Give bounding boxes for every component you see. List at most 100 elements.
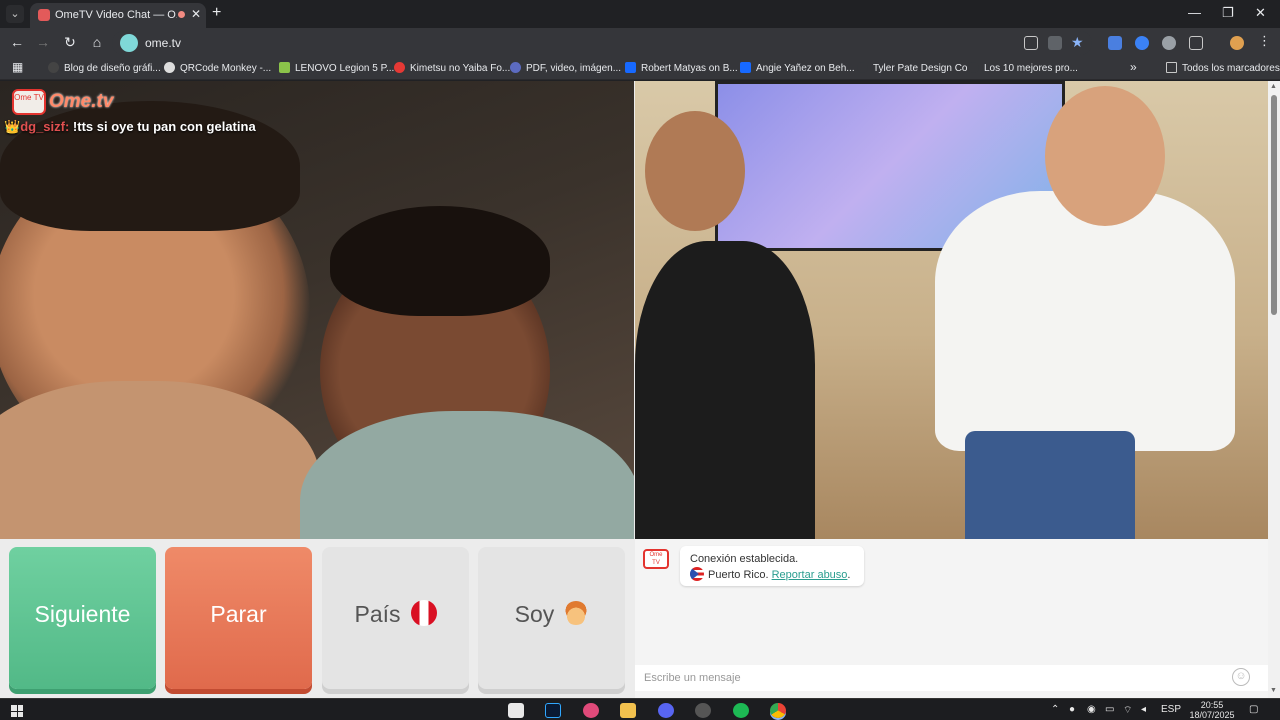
gear-icon[interactable]: [1162, 36, 1176, 50]
system-message: Conexión establecida. Puerto Rico. Repor…: [680, 546, 864, 586]
translate-icon[interactable]: [1048, 36, 1062, 50]
head-shape: [1045, 86, 1165, 226]
self-video: [635, 81, 1268, 539]
person-figure: [935, 191, 1235, 451]
boy-icon: [564, 601, 589, 625]
puerto-rico-flag-icon: [690, 567, 704, 581]
language-indicator[interactable]: ESP: [1161, 704, 1181, 715]
page-scrollbar[interactable]: ▲ ▼: [1268, 81, 1280, 698]
all-bookmarks-folder[interactable]: Todos los marcadores: [1166, 62, 1280, 74]
bookmark-item[interactable]: PDF, video, imágen...: [510, 62, 621, 74]
scroll-up-icon[interactable]: ▲: [1270, 83, 1277, 90]
itunes-icon[interactable]: [583, 703, 599, 718]
bookmark-item[interactable]: Blog de diseño gráfi...: [48, 62, 161, 74]
microphone-icon[interactable]: ●: [1069, 704, 1075, 715]
message-input[interactable]: [635, 665, 1268, 691]
cast-icon[interactable]: [1024, 36, 1038, 50]
reload-icon[interactable]: ↻: [61, 34, 79, 51]
battery-icon[interactable]: ▭: [1105, 704, 1114, 715]
bookmark-item[interactable]: Tyler Pate Design Co: [857, 62, 968, 74]
capcut-icon[interactable]: [508, 703, 524, 718]
scroll-down-icon[interactable]: ▼: [1270, 687, 1277, 694]
emoji-icon[interactable]: ☺: [1232, 668, 1250, 686]
clock[interactable]: 20:55 18/07/2025: [1184, 700, 1240, 720]
bookmark-item[interactable]: Robert Matyas on B...: [625, 62, 738, 74]
next-button[interactable]: Siguiente: [9, 547, 156, 689]
spotify-icon[interactable]: [733, 703, 749, 718]
extension-translate-icon[interactable]: [1108, 36, 1122, 50]
bookmark-label: QRCode Monkey -...: [180, 63, 272, 74]
menu-dots-icon[interactable]: ⋮: [1258, 34, 1272, 48]
ometv-tv-icon: Ome TV: [643, 549, 669, 569]
connection-status: Conexión establecida.: [690, 553, 799, 565]
bookmark-star-icon[interactable]: ★: [1071, 35, 1085, 49]
country-button[interactable]: País: [322, 547, 469, 689]
chevron-up-icon[interactable]: ⌃: [1051, 704, 1059, 715]
notifications-icon[interactable]: ▢: [1249, 704, 1258, 715]
bookmarks-bar: ▦ Blog de diseño gráfi... QRCode Monkey …: [0, 58, 1280, 80]
url-text: ome.tv: [145, 36, 182, 50]
report-suffix: .: [847, 569, 851, 581]
steam-icon[interactable]: [695, 703, 711, 718]
extensions-puzzle-icon[interactable]: [1189, 36, 1203, 50]
stop-button[interactable]: Parar: [165, 547, 312, 689]
bookmark-item[interactable]: Los 10 mejores pro...: [968, 62, 1078, 74]
ometv-page: Ome TV Ome.tv 👑dg_sizf: !tts si oye tu pa…: [0, 81, 1280, 698]
report-abuse-link[interactable]: Reportar abuso: [772, 569, 848, 581]
folder-icon[interactable]: [620, 703, 636, 718]
bookmark-label: Kimetsu no Yaiba Fo...: [410, 63, 511, 74]
bookmark-item[interactable]: QRCode Monkey -...: [164, 62, 271, 74]
head-shape: [645, 111, 745, 231]
volume-icon[interactable]: ◂: [1141, 704, 1146, 715]
ometv-favicon-icon: [38, 9, 50, 21]
photoshop-icon[interactable]: [545, 703, 561, 718]
gender-button[interactable]: Soy: [478, 547, 625, 689]
browser-tab[interactable]: OmeTV Video Chat — Ome ✕: [30, 3, 206, 28]
site-info-icon[interactable]: [120, 34, 138, 52]
tab-strip: ⌄ OmeTV Video Chat — Ome ✕ + — ❐ ✕: [0, 0, 1280, 28]
wifi-icon[interactable]: ⌔: [1123, 704, 1132, 717]
bookmark-label: Tyler Pate Design Co: [873, 63, 968, 74]
bookmark-label: PDF, video, imágen...: [526, 63, 622, 74]
bookmark-label: Los 10 mejores pro...: [984, 63, 1078, 74]
bookmark-label: LENOVO Legion 5 P...: [295, 63, 395, 74]
crown-icon: 👑: [4, 119, 21, 134]
obs-icon[interactable]: ◉: [1087, 704, 1096, 715]
windows-start-icon[interactable]: [11, 705, 23, 717]
chevron-down-icon[interactable]: ⌄: [6, 5, 24, 23]
bookmark-item[interactable]: LENOVO Legion 5 P...: [279, 62, 394, 74]
chrome-icon[interactable]: [770, 703, 786, 718]
close-window-icon[interactable]: ✕: [1255, 5, 1266, 21]
scrollbar-thumb[interactable]: [1271, 95, 1277, 315]
stranger-video: Ome TV Ome.tv 👑dg_sizf: !tts si oye tu pa…: [0, 81, 634, 539]
bookmark-item[interactable]: Kimetsu no Yaiba Fo...: [394, 62, 510, 74]
chat-panel: Ome TV Conexión establecida. Puerto Rico…: [635, 539, 1268, 698]
jeans-shape: [965, 431, 1135, 539]
more-bookmarks-icon[interactable]: »: [1130, 60, 1137, 74]
ometv-logo: Ome TV Ome.tv: [12, 89, 113, 115]
chat-overlay-caption: 👑dg_sizf: !tts si oye tu pan con gelatin…: [4, 119, 256, 135]
maximize-icon[interactable]: ❐: [1222, 5, 1234, 21]
extension-shazam-icon[interactable]: [1135, 36, 1149, 50]
tab-title: OmeTV Video Chat — Ome: [55, 9, 177, 21]
home-icon[interactable]: ⌂: [88, 34, 106, 50]
close-tab-icon[interactable]: ✕: [191, 7, 201, 21]
bookmark-item[interactable]: Angie Yañez on Beh...: [740, 62, 855, 74]
arrow-right-icon[interactable]: →: [34, 34, 52, 50]
peru-flag-icon: [410, 600, 437, 626]
caption-username: dg_sizf:: [20, 119, 70, 134]
caption-text: !tts si oye tu pan con gelatina: [69, 119, 256, 134]
new-tab-button[interactable]: +: [212, 4, 221, 22]
windows-taskbar: ⌃ ● ◉ ▭ ⌔ ◂ ESP 20:55 18/07/2025 ▢: [0, 698, 1280, 720]
address-bar[interactable]: ome.tv: [112, 31, 1092, 55]
avatar[interactable]: [1230, 36, 1244, 50]
country-label: País: [354, 601, 401, 627]
arrow-left-icon[interactable]: ←: [8, 34, 26, 50]
recording-icon: [176, 9, 187, 20]
discord-icon[interactable]: [658, 703, 674, 718]
minimize-icon[interactable]: —: [1188, 5, 1201, 20]
all-bookmarks-label: Todos los marcadores: [1182, 63, 1280, 74]
bookmark-label: Blog de diseño gráfi...: [64, 63, 161, 74]
apps-grid-icon[interactable]: ▦: [12, 60, 23, 74]
ometv-logo-text: Ome.tv: [49, 91, 114, 112]
